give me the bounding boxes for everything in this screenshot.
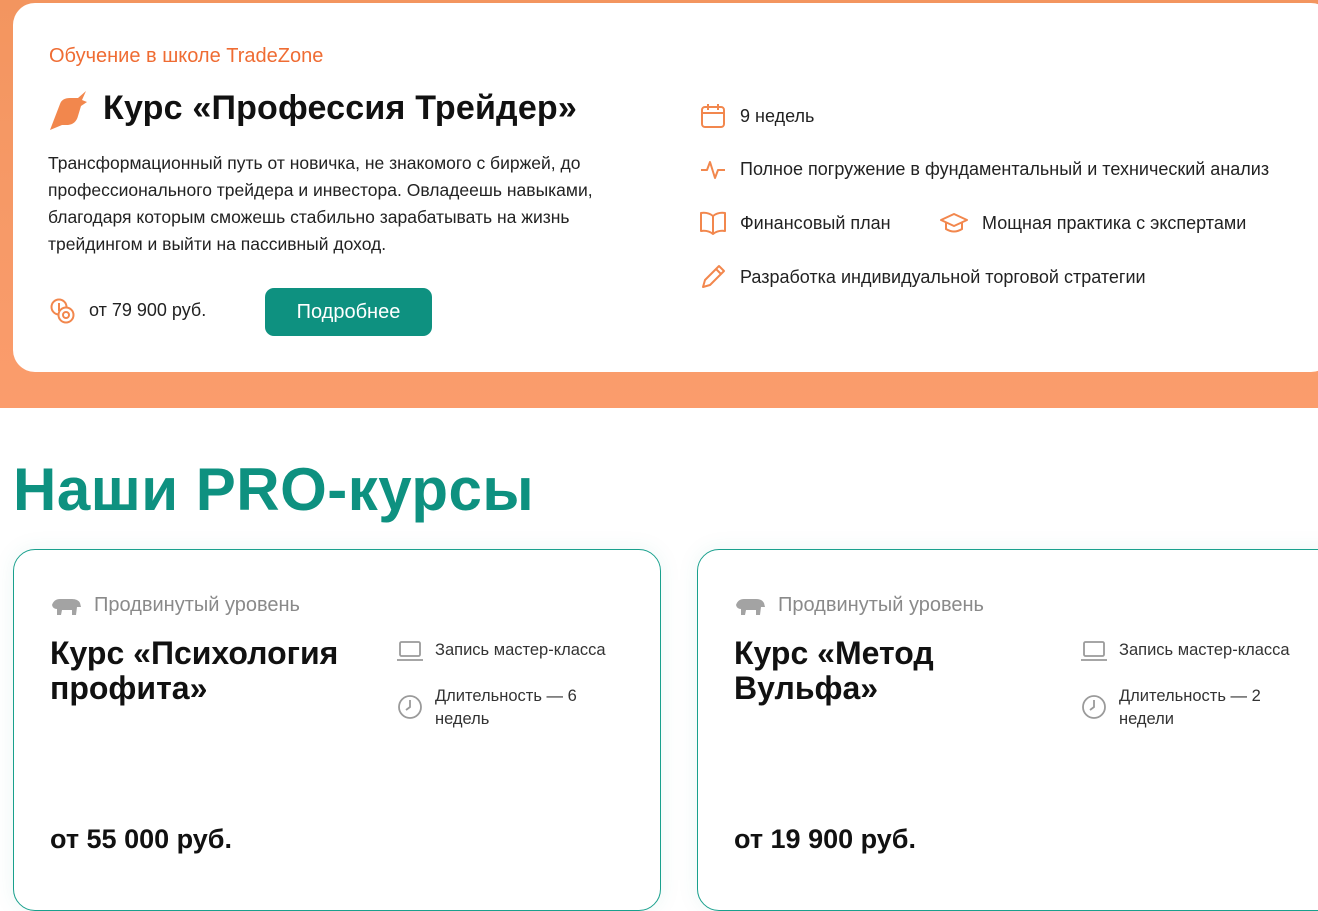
course-format: Запись мастер-класса — [1081, 639, 1290, 663]
feature-duration-text: 9 недель — [740, 105, 815, 126]
course-format-text: Запись мастер-класса — [435, 641, 606, 659]
laptop-icon — [397, 641, 423, 661]
feature-plan-text: Финансовый план — [740, 212, 891, 233]
course-level: Продвинутый уровень — [50, 594, 300, 617]
hero-price: от 79 900 руб. — [89, 300, 207, 320]
feature-practice-text: Мощная практика с экспертами — [982, 212, 1247, 233]
feature-analysis: Полное погружение в фундаментальный и те… — [700, 156, 1269, 182]
course-format-text: Запись мастер-класса — [1119, 641, 1290, 659]
feature-analysis-text: Полное погружение в фундаментальный и те… — [740, 158, 1270, 179]
course-level: Продвинутый уровень — [734, 594, 984, 617]
hero-description: Трансформационный путь от новичка, не зн… — [48, 153, 593, 254]
bear-icon — [736, 598, 765, 615]
course-duration: Длительность — 2 недели — [1081, 685, 1301, 731]
feature-strategy: Разработка индивидуальной торговой страт… — [700, 264, 1146, 290]
feature-practice: Мощная практика с экспертами — [940, 210, 1246, 236]
laptop-icon — [1081, 641, 1107, 661]
coins-icon — [50, 298, 75, 324]
course-level-text: Продвинутый уровень — [94, 594, 300, 616]
hero-title: Курс «Профессия Трейдер» — [103, 89, 578, 127]
bear-icon — [52, 598, 81, 615]
pulse-icon — [701, 161, 725, 179]
course-duration-text: Длительность — 2 недели — [1119, 687, 1261, 728]
course-format: Запись мастер-класса — [397, 639, 606, 663]
pencil-icon — [702, 265, 725, 288]
bull-logo-icon — [50, 91, 87, 130]
course-price: от 55 000 руб. — [50, 824, 232, 854]
course-title: Курс «Метод Вульфа» — [734, 635, 934, 706]
course-card-wolfe[interactable]: Продвинутый уровень Курс «Метод Вульфа» … — [697, 549, 1318, 911]
feature-plan: Финансовый план — [700, 210, 891, 236]
clock-icon — [398, 695, 422, 719]
calendar-icon — [701, 104, 725, 128]
graduation-cap-icon — [940, 213, 968, 233]
feature-strategy-text: Разработка индивидуальной торговой страт… — [740, 266, 1146, 287]
section-title: Наши PRO-курсы — [13, 456, 535, 523]
course-card-psychology[interactable]: Продвинутый уровень Курс «Психология про… — [13, 549, 661, 911]
course-duration-text: Длительность — 6 недель — [435, 687, 577, 728]
more-button[interactable]: Подробнее — [265, 288, 432, 336]
course-duration: Длительность — 6 недель — [397, 685, 617, 731]
course-level-text: Продвинутый уровень — [778, 594, 984, 616]
book-icon — [700, 211, 726, 235]
course-price: от 19 900 руб. — [734, 824, 916, 854]
feature-duration: 9 недель — [700, 103, 814, 129]
course-title: Курс «Психология профита» — [50, 635, 339, 706]
clock-icon — [1082, 695, 1106, 719]
hero-eyebrow: Обучение в школе TradeZone — [49, 45, 324, 67]
